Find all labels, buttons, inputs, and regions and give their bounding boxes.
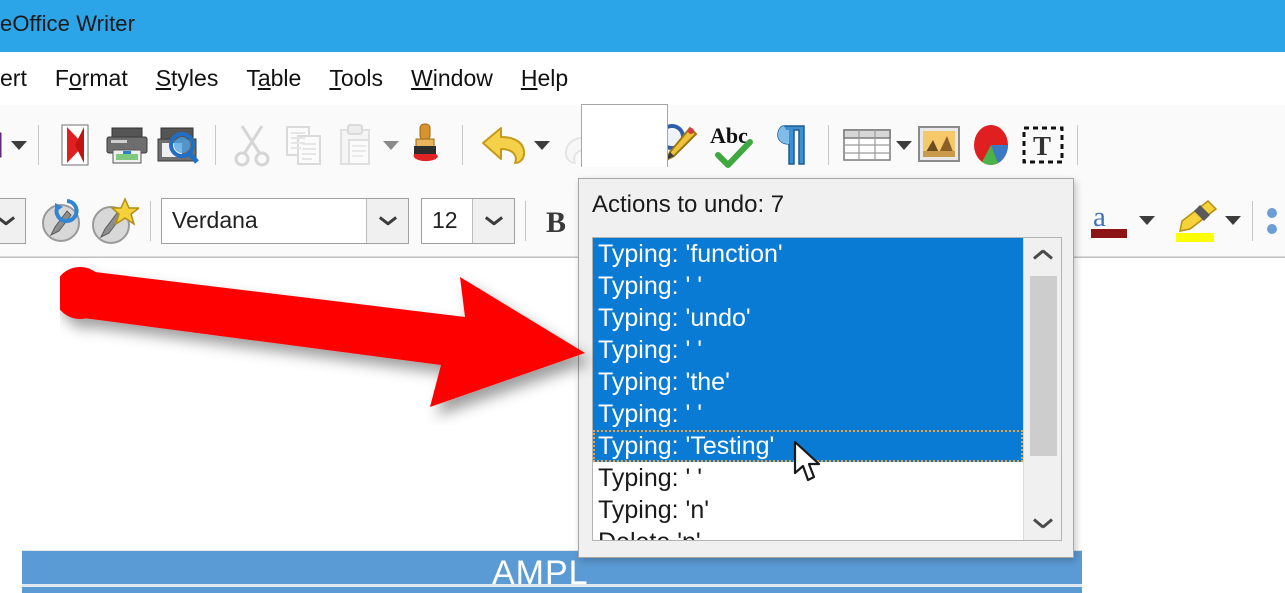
menu-insert[interactable]: ert bbox=[0, 65, 41, 92]
undo-icon[interactable] bbox=[479, 119, 531, 171]
font-name-value[interactable]: Verdana bbox=[162, 199, 268, 243]
print-preview-icon[interactable] bbox=[153, 119, 205, 171]
list-item[interactable]: Typing: ' ' bbox=[593, 334, 1024, 366]
list-item-focused[interactable]: Typing: 'Testing' bbox=[593, 430, 1024, 462]
update-style-icon[interactable] bbox=[36, 195, 88, 247]
undo-count-label: Actions to undo: 7 bbox=[592, 191, 785, 218]
scrollbar-thumb[interactable] bbox=[1030, 276, 1058, 456]
paragraph-style-combo[interactable] bbox=[0, 197, 26, 244]
menu-bar: ert Format Styles Table Tools Window Hel… bbox=[0, 52, 1285, 105]
font-color-icon[interactable]: a bbox=[1082, 195, 1138, 247]
cut-icon[interactable] bbox=[226, 119, 278, 171]
undo-history-dropdown[interactable]: Actions to undo: 7 Typing: 'function' Ty… bbox=[578, 178, 1074, 558]
svg-text:B: B bbox=[546, 206, 566, 239]
insert-chart-icon[interactable] bbox=[965, 119, 1017, 171]
insert-text-box-icon[interactable]: T bbox=[1017, 119, 1069, 171]
undo-list-scrollbar[interactable] bbox=[1023, 238, 1061, 540]
spelling-icon[interactable]: Abc bbox=[704, 119, 766, 171]
new-style-icon[interactable] bbox=[88, 195, 140, 247]
paragraph-style-dropdown-arrow[interactable] bbox=[0, 198, 25, 243]
undo-list-container[interactable]: Typing: 'function' Typing: ' ' Typing: '… bbox=[592, 237, 1062, 541]
paste-icon[interactable] bbox=[330, 119, 382, 171]
toolbar-separator bbox=[38, 125, 39, 165]
menu-format[interactable]: Format bbox=[41, 65, 142, 92]
new-document-icon[interactable] bbox=[0, 119, 10, 171]
toolbar-separator bbox=[828, 125, 829, 165]
scroll-down-icon[interactable] bbox=[1024, 504, 1062, 538]
title-bar: eOffice Writer bbox=[0, 0, 1285, 52]
toolbar-separator bbox=[525, 200, 526, 241]
list-item[interactable]: Typing: ' ' bbox=[593, 398, 1024, 430]
svg-text:T: T bbox=[1033, 131, 1051, 161]
font-size-dropdown-arrow[interactable] bbox=[472, 198, 514, 243]
copy-icon[interactable] bbox=[278, 119, 330, 171]
formatting-toolbar-overflow[interactable] bbox=[1263, 195, 1285, 247]
toolbar-separator bbox=[150, 200, 151, 241]
menu-insert-label: ert bbox=[0, 65, 27, 91]
insert-table-icon[interactable] bbox=[839, 119, 895, 171]
list-item[interactable]: Typing: 'n' bbox=[593, 494, 1023, 526]
formatting-marks-icon[interactable] bbox=[766, 119, 818, 171]
menu-table[interactable]: Table bbox=[232, 65, 315, 92]
menu-help[interactable]: Help bbox=[507, 65, 582, 92]
insert-image-icon[interactable] bbox=[913, 119, 965, 171]
font-name-combo[interactable]: Verdana bbox=[161, 197, 409, 244]
toolbar-separator bbox=[215, 125, 216, 165]
undo-button-active-frame bbox=[581, 104, 668, 167]
toolbar-separator bbox=[1077, 125, 1078, 165]
libreoffice-writer-window: eOffice Writer ert Format Styles Table T… bbox=[0, 0, 1285, 593]
toolbar-separator bbox=[462, 125, 463, 165]
menu-tools[interactable]: Tools bbox=[315, 65, 397, 92]
list-item[interactable]: Typing: 'function' bbox=[593, 238, 1024, 270]
clone-formatting-icon[interactable] bbox=[400, 119, 452, 171]
toolbar-overflow[interactable] bbox=[1088, 119, 1098, 171]
svg-text:Abc: Abc bbox=[710, 123, 748, 148]
undo-dropdown-arrow[interactable] bbox=[531, 119, 553, 171]
highlighting-color-dropdown-arrow[interactable] bbox=[1224, 195, 1242, 247]
font-color-dropdown-arrow[interactable] bbox=[1138, 195, 1156, 247]
font-name-dropdown-arrow[interactable] bbox=[366, 198, 408, 243]
insert-table-dropdown-arrow[interactable] bbox=[895, 119, 913, 171]
list-item[interactable]: Typing: ' ' bbox=[593, 270, 1024, 302]
undo-list[interactable]: Typing: 'function' Typing: ' ' Typing: '… bbox=[593, 238, 1024, 540]
svg-text:a: a bbox=[1093, 201, 1106, 233]
list-item[interactable]: Typing: 'undo' bbox=[593, 302, 1024, 334]
document-banner-text: AMPL bbox=[492, 554, 589, 592]
menu-window[interactable]: Window bbox=[397, 65, 507, 92]
scroll-up-icon[interactable] bbox=[1024, 240, 1062, 274]
list-item[interactable]: Delete 'n' bbox=[593, 526, 1023, 540]
highlighting-color-icon[interactable] bbox=[1164, 195, 1224, 247]
new-document-dropdown-arrow[interactable] bbox=[10, 119, 28, 171]
list-item[interactable]: Typing: 'the' bbox=[593, 366, 1024, 398]
toolbar-separator bbox=[1252, 200, 1253, 241]
print-icon[interactable] bbox=[101, 119, 153, 171]
paste-dropdown-arrow[interactable] bbox=[382, 119, 400, 171]
window-title: eOffice Writer bbox=[0, 11, 136, 36]
font-size-value[interactable]: 12 bbox=[422, 199, 468, 243]
menu-styles[interactable]: Styles bbox=[142, 65, 233, 92]
export-pdf-icon[interactable] bbox=[49, 119, 101, 171]
list-item[interactable]: Typing: ' ' bbox=[593, 462, 1023, 494]
font-size-combo[interactable]: 12 bbox=[421, 197, 515, 244]
